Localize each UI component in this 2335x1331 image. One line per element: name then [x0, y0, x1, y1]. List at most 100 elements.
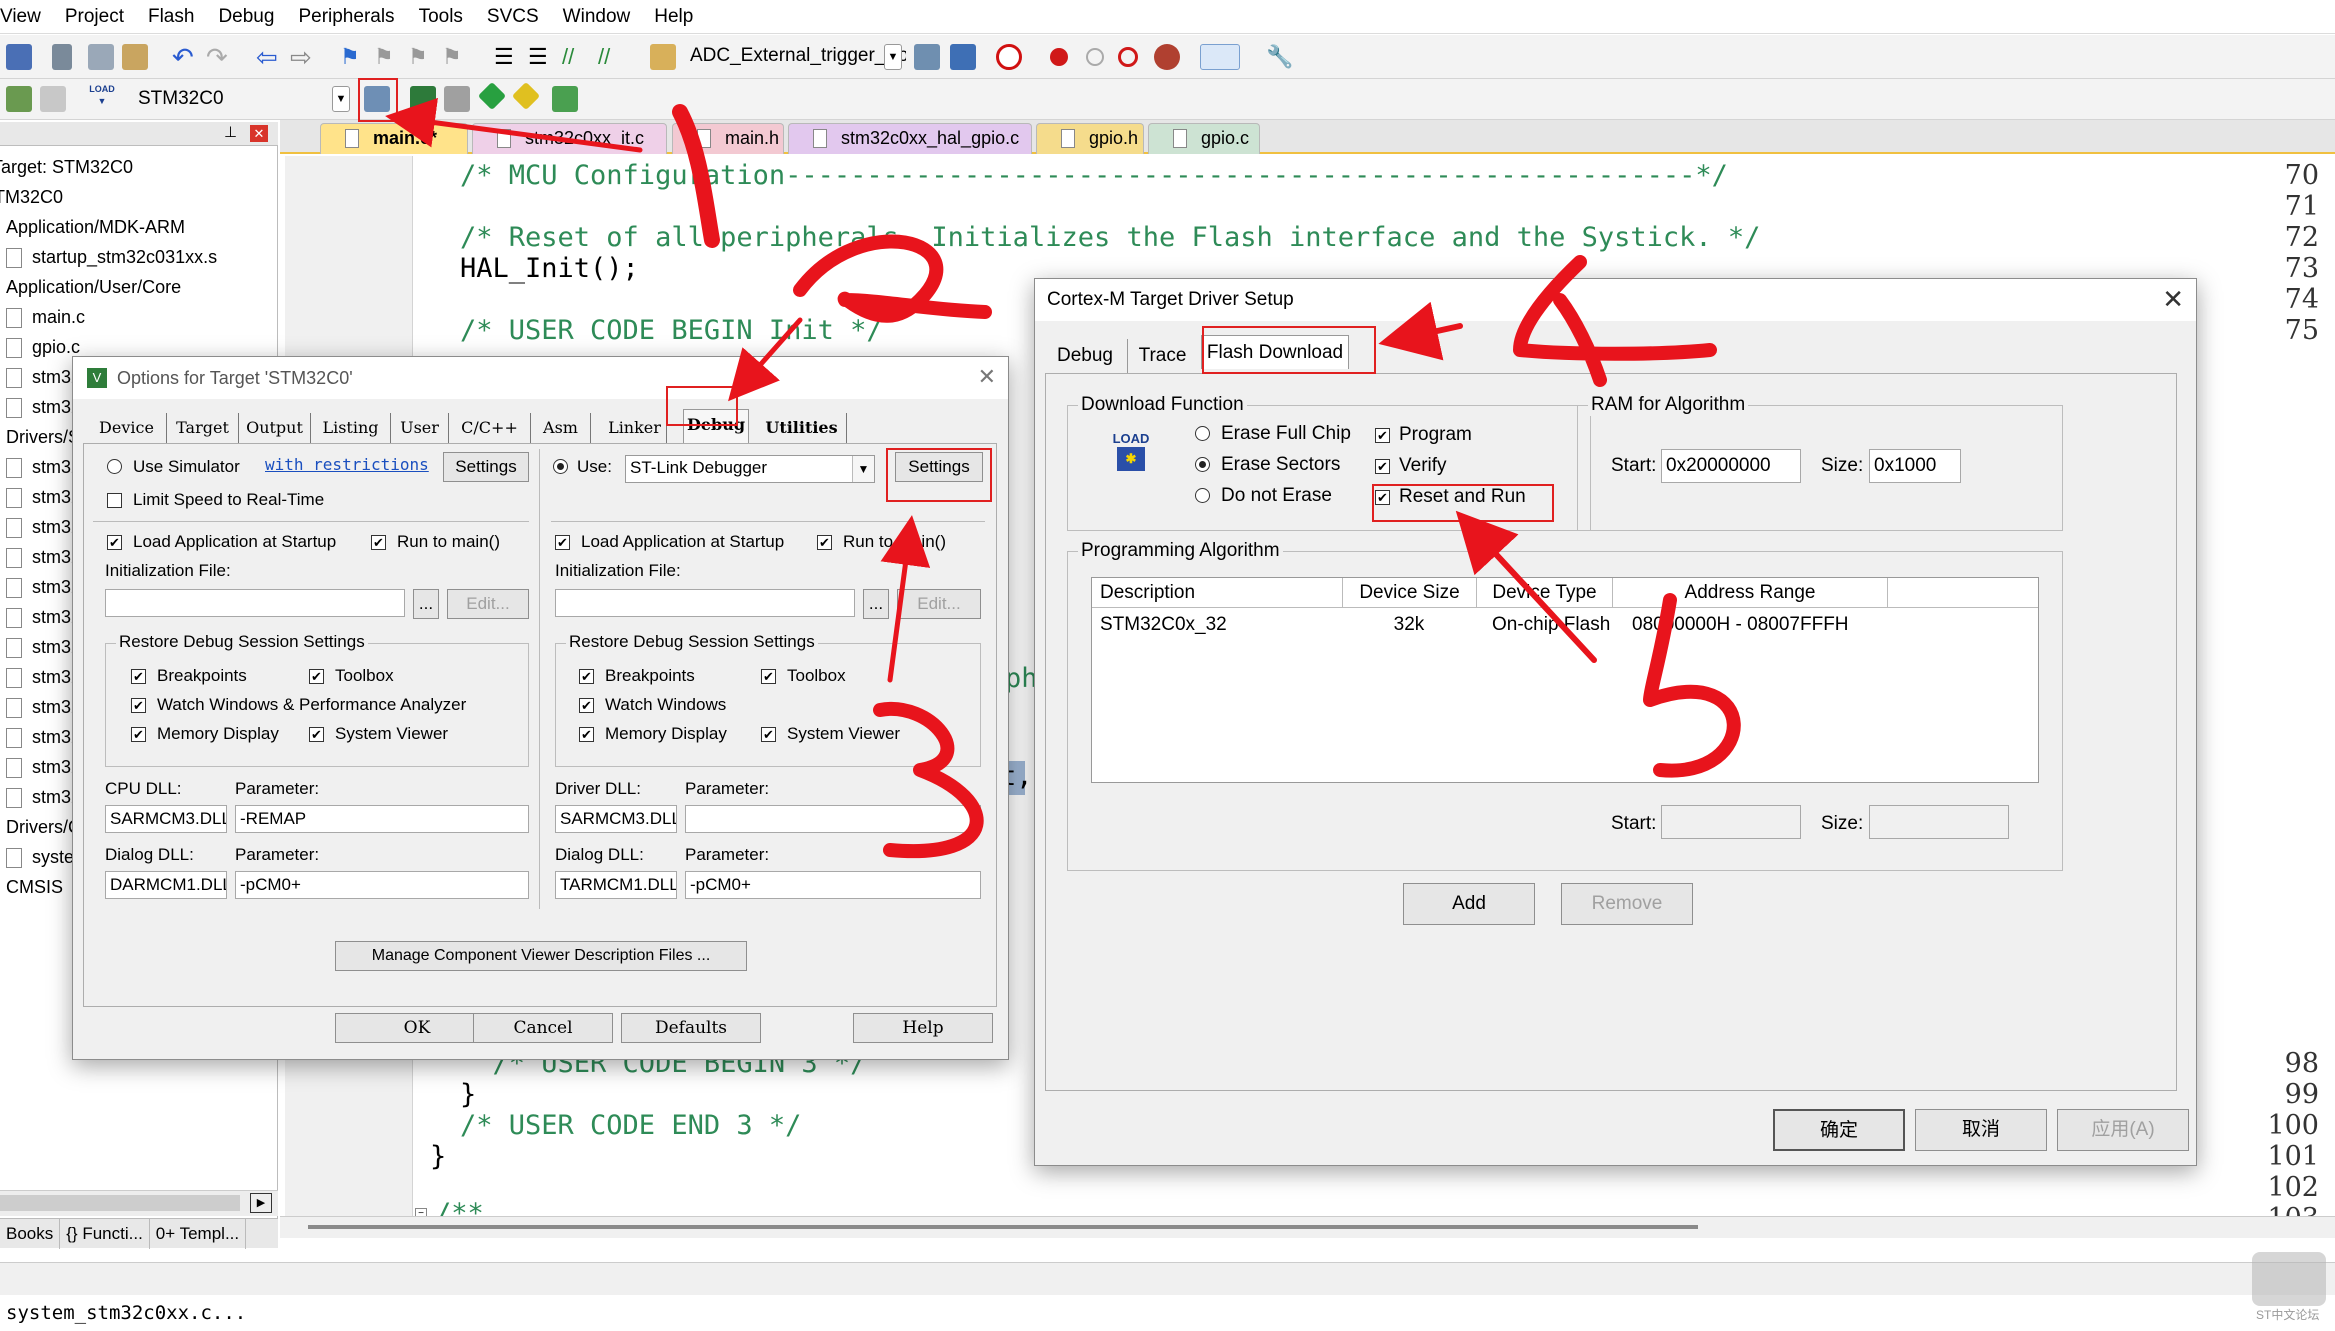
menu-peripherals[interactable]: Peripherals: [286, 0, 406, 34]
target-chevron-down-icon[interactable]: ▼: [332, 86, 350, 112]
file-extensions-icon[interactable]: [444, 86, 470, 112]
use-debugger-radio[interactable]: [553, 459, 568, 474]
cut-icon[interactable]: [52, 44, 72, 70]
tab-output[interactable]: Output: [239, 413, 311, 443]
close-icon[interactable]: ✕: [978, 357, 996, 397]
tree-file[interactable]: main.c: [6, 302, 85, 332]
system-viewer-checkbox[interactable]: ✔: [761, 727, 776, 742]
manage-project-icon[interactable]: [410, 86, 436, 112]
tree-file[interactable]: gpio.c: [6, 332, 80, 362]
window-layout-icon[interactable]: [1200, 44, 1240, 70]
table-row[interactable]: STM32C0x_32 32k On-chip Flash 08000000H …: [1092, 610, 2038, 640]
tree-target[interactable]: Target: STM32C0: [0, 152, 133, 182]
col-description[interactable]: Description: [1100, 578, 1340, 608]
memory-display-checkbox[interactable]: ✔: [131, 727, 146, 742]
prev-bookmark-icon[interactable]: ⚑: [374, 44, 400, 70]
save-all-icon[interactable]: [6, 44, 32, 70]
breakpoints-checkbox[interactable]: ✔: [131, 669, 146, 684]
tab-gpio-h[interactable]: gpio.h: [1036, 123, 1144, 154]
algo-start-input[interactable]: [1661, 805, 1801, 839]
dialog-param-input[interactable]: -pCM0+: [235, 871, 529, 899]
pin-icon[interactable]: ⊥: [224, 123, 237, 141]
system-viewer-checkbox[interactable]: ✔: [309, 727, 324, 742]
incremental-find-icon[interactable]: [950, 44, 976, 70]
tab-device[interactable]: Device: [87, 413, 167, 443]
cancel-button[interactable]: 取消: [1915, 1109, 2047, 1151]
tab-linker[interactable]: Linker: [603, 413, 667, 443]
comment-icon[interactable]: //: [562, 44, 588, 70]
pack-installer-icon[interactable]: [477, 81, 507, 111]
tab-main-c[interactable]: main.c*: [320, 123, 468, 154]
navigate-forward-icon[interactable]: ⇨: [290, 44, 316, 70]
tree-root[interactable]: STM32C0: [0, 182, 63, 212]
select-packs-icon[interactable]: [511, 81, 541, 111]
tab-templates[interactable]: 0+ Templ...: [150, 1219, 247, 1249]
build-icon[interactable]: [40, 86, 66, 112]
tree-group[interactable]: Application/MDK-ARM: [6, 212, 185, 242]
tree-file[interactable]: startup_stm32c031xx.s: [6, 242, 217, 272]
erase-full-chip-radio[interactable]: [1195, 426, 1210, 441]
col-address-range[interactable]: Address Range: [1612, 578, 1888, 608]
navigate-back-icon[interactable]: ⇦: [256, 44, 282, 70]
tab-stm32c0xx-it-c[interactable]: stm32c0xx_it.c: [472, 123, 667, 154]
watch-windows-checkbox[interactable]: ✔: [579, 698, 594, 713]
ok-button[interactable]: 确定: [1773, 1109, 1905, 1151]
menu-project[interactable]: Project: [53, 0, 136, 34]
debugger-settings-button[interactable]: Settings: [895, 452, 983, 482]
menu-view[interactable]: View: [0, 0, 53, 34]
tree-group[interactable]: CMSIS: [6, 872, 63, 902]
ram-size-input[interactable]: 0x1000: [1869, 449, 1961, 483]
insert-breakpoint-icon[interactable]: [1050, 48, 1068, 66]
edit-button[interactable]: Edit...: [447, 589, 529, 619]
tab-asm[interactable]: Asm: [531, 413, 591, 443]
browse-button[interactable]: ...: [413, 589, 439, 619]
erase-sectors-radio[interactable]: [1195, 457, 1210, 472]
driver-param-input[interactable]: [685, 805, 981, 833]
dialog-dll-input[interactable]: TARMCM1.DLL: [555, 871, 677, 899]
tab-user[interactable]: User: [391, 413, 449, 443]
scrollbar-thumb[interactable]: [0, 1195, 240, 1211]
toolbox-checkbox[interactable]: ✔: [309, 669, 324, 684]
tab-books[interactable]: Books: [0, 1219, 61, 1249]
add-button[interactable]: Add: [1403, 883, 1535, 925]
verify-checkbox[interactable]: ✔: [1375, 459, 1390, 474]
tab-debug[interactable]: Debug: [1045, 339, 1125, 373]
dialog-dll-input[interactable]: DARMCM1.DLL: [105, 871, 227, 899]
tab-c-cpp[interactable]: C/C++: [449, 413, 531, 443]
menu-svcs[interactable]: SVCS: [475, 0, 551, 34]
scroll-right-icon[interactable]: ▶: [250, 1193, 272, 1213]
ram-start-input[interactable]: 0x20000000: [1661, 449, 1801, 483]
load-app-checkbox[interactable]: ✔: [107, 535, 122, 550]
manage-component-viewer-button[interactable]: Manage Component Viewer Description File…: [335, 941, 747, 971]
kill-breakpoints-icon[interactable]: [1154, 44, 1180, 70]
indent-icon[interactable]: ☰: [494, 44, 520, 70]
browse-button[interactable]: ...: [863, 589, 889, 619]
target-dropdown[interactable]: STM32C0: [132, 85, 354, 115]
scrollbar-thumb[interactable]: [308, 1225, 1698, 1229]
menu-help[interactable]: Help: [642, 0, 705, 34]
tab-flash-download[interactable]: Flash Download: [1201, 335, 1349, 369]
debugger-select[interactable]: ST-Link Debugger ▼: [625, 455, 875, 483]
tree-group[interactable]: Application/User/Core: [6, 272, 181, 302]
enable-breakpoint-icon[interactable]: [1086, 48, 1104, 66]
project-panel-scrollbar[interactable]: ▶: [0, 1190, 278, 1216]
copy-icon[interactable]: [88, 44, 114, 70]
bookmark-icon[interactable]: ⚑: [340, 44, 366, 70]
start-debug-icon[interactable]: [996, 44, 1022, 70]
simulator-settings-button[interactable]: Settings: [443, 452, 529, 482]
watch-windows-checkbox[interactable]: ✔: [131, 698, 146, 713]
menu-debug[interactable]: Debug: [206, 0, 286, 34]
algo-size-input[interactable]: [1869, 805, 2009, 839]
find-icon[interactable]: [914, 44, 940, 70]
paste-icon[interactable]: [122, 44, 148, 70]
manage-runtime-icon[interactable]: [552, 86, 578, 112]
load-app-checkbox[interactable]: ✔: [555, 535, 570, 550]
program-checkbox[interactable]: ✔: [1375, 428, 1390, 443]
limit-speed-checkbox[interactable]: [107, 493, 122, 508]
tab-main-h[interactable]: main.h: [672, 123, 784, 154]
project-dropdown[interactable]: ADC_External_trigger_So: [684, 42, 906, 72]
init-file-input[interactable]: [105, 589, 405, 617]
edit-button[interactable]: Edit...: [897, 589, 981, 619]
toolbox-checkbox[interactable]: ✔: [761, 669, 776, 684]
undo-icon[interactable]: ↶: [172, 44, 198, 70]
